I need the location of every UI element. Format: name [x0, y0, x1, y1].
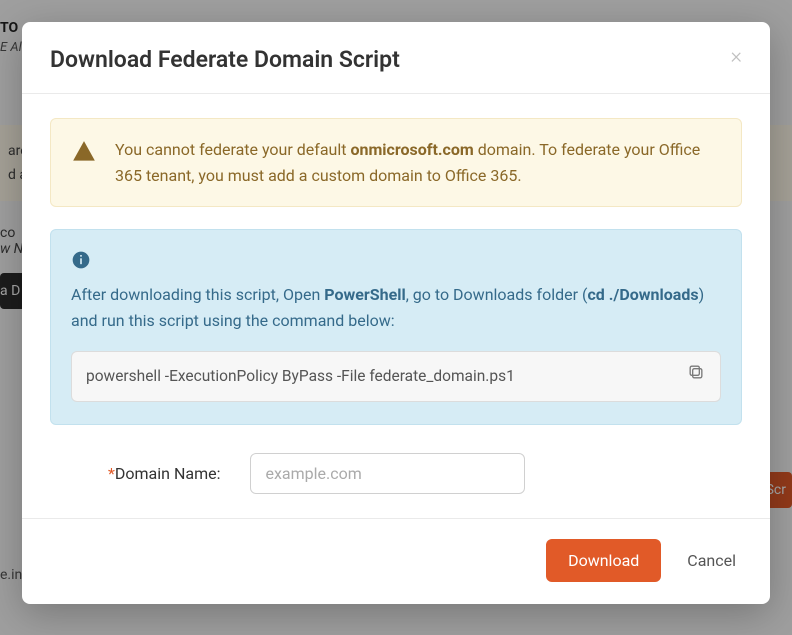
required-mark: * [108, 464, 115, 483]
command-text: powershell -ExecutionPolicy ByPass -File… [86, 367, 515, 385]
download-script-dialog: Download Federate Domain Script × You ca… [22, 22, 770, 604]
warning-text: You cannot federate your default onmicro… [115, 137, 721, 188]
download-button[interactable]: Download [546, 539, 661, 582]
warning-pre: You cannot federate your default [115, 140, 350, 159]
warning-bold: onmicrosoft.com [350, 140, 473, 159]
dialog-header: Download Federate Domain Script × [22, 22, 770, 94]
info-bold1: PowerShell [324, 285, 405, 304]
label-text: Domain Name: [115, 464, 221, 483]
info-pre: After downloading this script, Open [71, 285, 324, 304]
close-icon[interactable]: × [730, 46, 742, 68]
copy-icon[interactable] [686, 362, 708, 384]
domain-name-input[interactable] [250, 453, 525, 494]
info-text: After downloading this script, Open Powe… [71, 282, 721, 333]
domain-name-row: *Domain Name: [50, 453, 742, 494]
warning-icon [71, 139, 97, 188]
info-alert: After downloading this script, Open Powe… [50, 229, 742, 425]
command-box: powershell -ExecutionPolicy ByPass -File… [71, 351, 721, 402]
info-mid1: , go to Downloads folder ( [406, 285, 588, 304]
dialog-body: You cannot federate your default onmicro… [22, 94, 770, 518]
info-bold2: cd ./Downloads [587, 285, 698, 304]
cancel-button[interactable]: Cancel [681, 539, 742, 582]
dialog-title: Download Federate Domain Script [50, 46, 400, 73]
dialog-footer: Download Cancel [22, 518, 770, 604]
warning-alert: You cannot federate your default onmicro… [50, 118, 742, 207]
info-icon [71, 250, 91, 270]
domain-name-label: *Domain Name: [108, 464, 220, 483]
